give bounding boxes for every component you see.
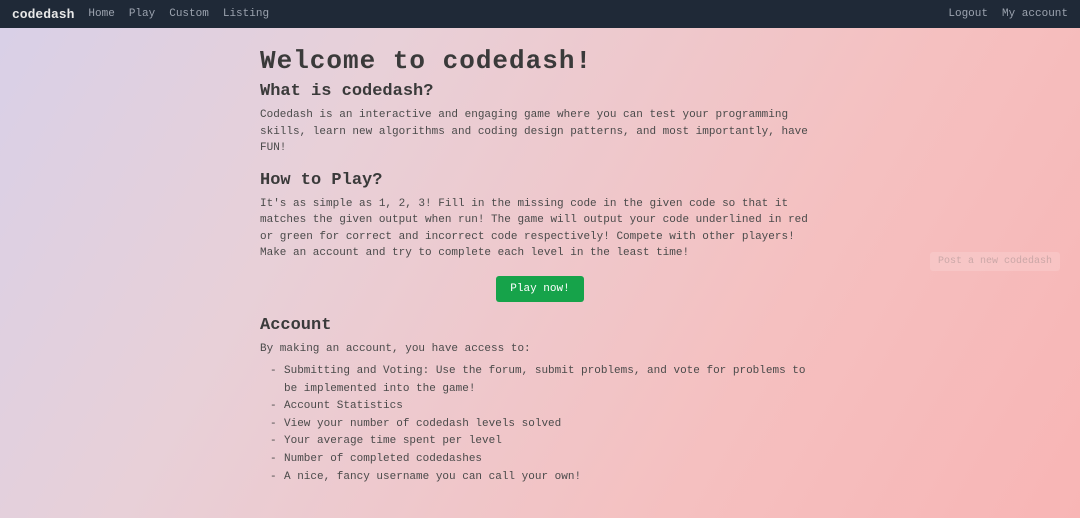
section-account: Account By making an account, you have a… bbox=[260, 316, 820, 487]
body-how-to-play: It's as simple as 1, 2, 3! Fill in the m… bbox=[260, 196, 820, 262]
account-benefits-list: Submitting and Voting: Use the forum, su… bbox=[260, 363, 820, 486]
list-item: Account Statistics bbox=[274, 398, 820, 416]
body-what-is: Codedash is an interactive and engaging … bbox=[260, 107, 820, 157]
nav-my-account[interactable]: My account bbox=[1002, 8, 1068, 20]
nav-listing[interactable]: Listing bbox=[223, 8, 269, 20]
play-now-button[interactable]: Play now! bbox=[496, 276, 583, 302]
section-how-to-play: How to Play? It's as simple as 1, 2, 3! … bbox=[260, 171, 820, 262]
page-title: Welcome to codedash! bbox=[260, 46, 820, 76]
brand-logo[interactable]: codedash bbox=[12, 7, 74, 22]
nav-custom[interactable]: Custom bbox=[169, 8, 209, 20]
heading-account: Account bbox=[260, 316, 820, 335]
navbar: codedash Home Play Custom Listing Logout… bbox=[0, 0, 1080, 28]
nav-left: codedash Home Play Custom Listing bbox=[12, 7, 269, 22]
post-codedash-button[interactable]: Post a new codedash bbox=[930, 252, 1060, 271]
play-button-wrapper: Play now! Post a new codedash bbox=[260, 276, 820, 302]
list-item: Submitting and Voting: Use the forum, su… bbox=[274, 363, 820, 398]
heading-what-is: What is codedash? bbox=[260, 82, 820, 101]
nav-right: Logout My account bbox=[948, 8, 1068, 20]
section-what-is: What is codedash? Codedash is an interac… bbox=[260, 82, 820, 157]
nav-logout[interactable]: Logout bbox=[948, 8, 988, 20]
main-content: Welcome to codedash! What is codedash? C… bbox=[250, 28, 830, 518]
list-item: Number of completed codedashes bbox=[274, 451, 820, 469]
list-item: A nice, fancy username you can call your… bbox=[274, 469, 820, 487]
intro-account: By making an account, you have access to… bbox=[260, 341, 820, 358]
list-item: Your average time spent per level bbox=[274, 433, 820, 451]
nav-play[interactable]: Play bbox=[129, 8, 155, 20]
heading-how-to-play: How to Play? bbox=[260, 171, 820, 190]
list-item: View your number of codedash levels solv… bbox=[274, 416, 820, 434]
nav-home[interactable]: Home bbox=[88, 8, 114, 20]
